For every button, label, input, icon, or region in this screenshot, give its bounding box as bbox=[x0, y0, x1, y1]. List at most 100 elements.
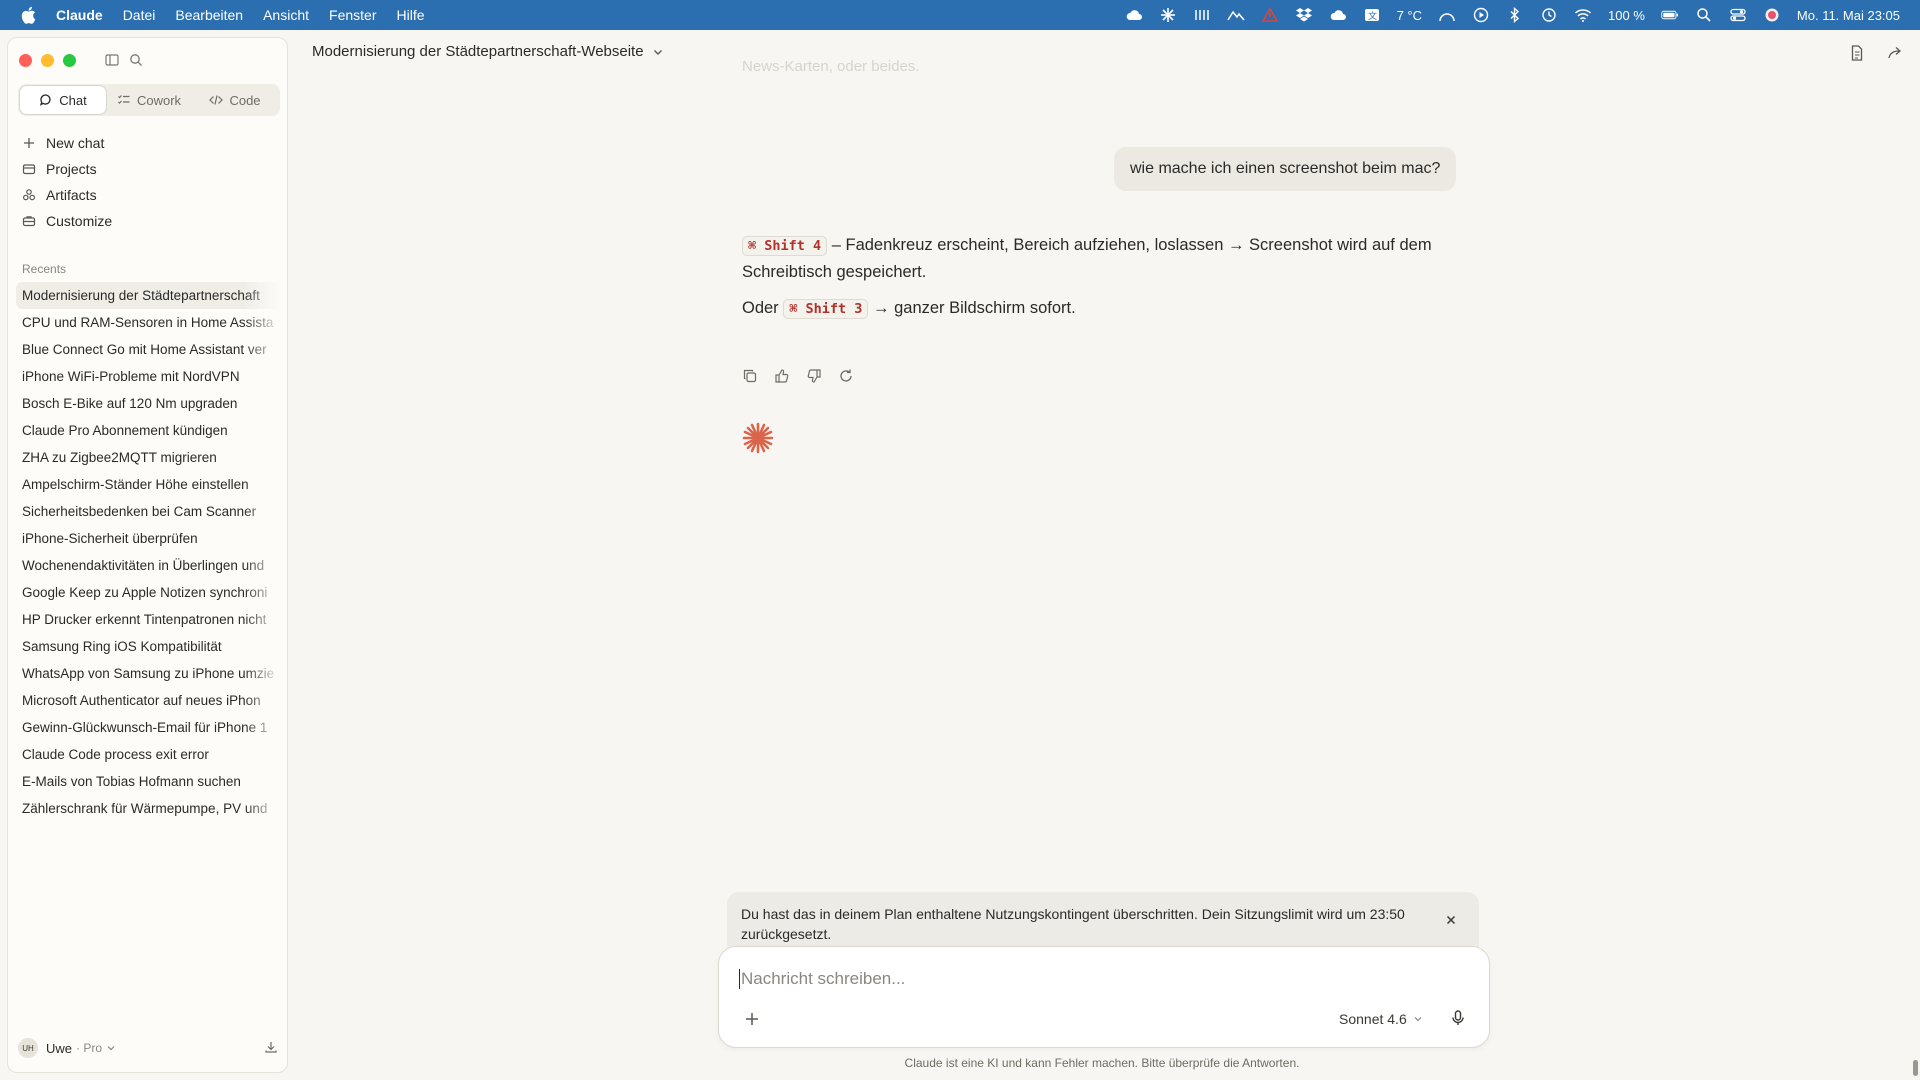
tab-cowork[interactable]: Cowork bbox=[106, 86, 192, 114]
usage-limit-text: Du hast das in deinem Plan enthaltene Nu… bbox=[741, 906, 1405, 942]
recent-chat-item[interactable]: E-Mails von Tobias Hofmann suchen bbox=[16, 768, 281, 795]
recent-chat-item[interactable]: Sicherheitsbedenken bei Cam Scanner bbox=[16, 498, 281, 525]
warning-icon[interactable] bbox=[1261, 7, 1279, 23]
thumbs-down-icon[interactable] bbox=[806, 368, 822, 384]
download-icon[interactable] bbox=[264, 1040, 278, 1054]
recent-chat-item[interactable]: Gewinn-Glückwunsch-Email für iPhone 1 bbox=[16, 714, 281, 741]
icloud-icon[interactable] bbox=[1329, 7, 1347, 23]
code-icon bbox=[209, 95, 224, 105]
microphone-icon[interactable] bbox=[1449, 1009, 1467, 1027]
message-actions bbox=[742, 368, 854, 384]
recents-heading: Recents bbox=[22, 262, 67, 276]
menu-hilfe[interactable]: Hilfe bbox=[396, 7, 424, 23]
add-attachment-icon[interactable] bbox=[743, 1010, 761, 1028]
recent-chat-item[interactable]: Google Keep zu Apple Notizen synchroni bbox=[16, 579, 281, 606]
claude-spark-icon[interactable] bbox=[1159, 7, 1177, 23]
minimize-window-button[interactable] bbox=[41, 54, 54, 67]
zoom-window-button[interactable] bbox=[63, 54, 76, 67]
chevron-down-icon bbox=[1414, 1017, 1422, 1022]
arc-icon[interactable] bbox=[1438, 7, 1456, 23]
translate-icon[interactable]: 文 bbox=[1363, 7, 1381, 23]
sidebar-item-label: Customize bbox=[46, 213, 113, 229]
sidebar-item-label: Artifacts bbox=[46, 187, 97, 203]
menu-ansicht[interactable]: Ansicht bbox=[263, 7, 309, 23]
briefcase-icon bbox=[22, 216, 36, 227]
assistant-text: → ganzer Bildschirm sofort. bbox=[868, 299, 1076, 317]
siri-icon[interactable] bbox=[1763, 7, 1781, 23]
artifacts-icon bbox=[22, 189, 36, 201]
close-icon[interactable] bbox=[1445, 914, 1457, 926]
recent-chat-item[interactable]: HP Drucker erkennt Tintenpatronen nicht bbox=[16, 606, 281, 633]
recent-chat-item[interactable]: Blue Connect Go mit Home Assistant ver bbox=[16, 336, 281, 363]
sidebar-item-customize[interactable]: Customize bbox=[22, 208, 282, 234]
document-icon[interactable] bbox=[1848, 44, 1866, 62]
weather-temperature[interactable]: 7 °C bbox=[1397, 8, 1422, 23]
cloud-sync-icon[interactable] bbox=[1125, 7, 1143, 23]
recent-chat-item[interactable]: ZHA zu Zigbee2MQTT migrieren bbox=[16, 444, 281, 471]
tab-chat[interactable]: Chat bbox=[20, 86, 106, 114]
menu-app-claude[interactable]: Claude bbox=[56, 7, 103, 23]
battery-percent[interactable]: 100 % bbox=[1608, 8, 1645, 23]
share-icon[interactable] bbox=[1886, 44, 1904, 62]
tab-cowork-label: Cowork bbox=[136, 92, 182, 108]
assistant-message: ⌘ Shift 4 – Fadenkreuz erscheint, Bereic… bbox=[742, 232, 1472, 332]
model-name: Sonnet 4.6 bbox=[1339, 1011, 1407, 1027]
sidebar-item-new-chat[interactable]: New chat bbox=[22, 130, 282, 156]
recent-chat-item[interactable]: Bosch E-Bike auf 120 Nm upgraden bbox=[16, 390, 281, 417]
recent-chat-item[interactable]: Claude Code process exit error bbox=[16, 741, 281, 768]
claude-spark-icon bbox=[742, 422, 774, 454]
menubar-clock[interactable]: Mo. 11. Mai 23:05 bbox=[1797, 8, 1900, 23]
assistant-paragraph: ⌘ Shift 4 – Fadenkreuz erscheint, Bereic… bbox=[742, 232, 1472, 285]
window-controls bbox=[19, 54, 76, 67]
tab-code-label: Code bbox=[229, 92, 261, 108]
spotlight-search-icon[interactable] bbox=[1695, 7, 1713, 23]
battery-icon[interactable] bbox=[1661, 7, 1679, 23]
model-selector[interactable]: Sonnet 4.6 bbox=[1339, 1011, 1423, 1027]
recent-chat-item[interactable]: Ampelschirm-Ständer Höhe einstellen bbox=[16, 471, 281, 498]
recent-chat-item[interactable]: WhatsApp von Samsung zu iPhone umzie bbox=[16, 660, 281, 687]
text-cursor bbox=[739, 969, 740, 989]
sidebar-item-artifacts[interactable]: Artifacts bbox=[22, 182, 282, 208]
wifi-icon[interactable] bbox=[1574, 7, 1592, 23]
control-center-icon[interactable] bbox=[1729, 7, 1747, 23]
checklist-icon bbox=[118, 95, 130, 104]
recent-chat-item[interactable]: Zählerschrank für Wärmepumpe, PV und bbox=[16, 795, 281, 822]
close-window-button[interactable] bbox=[19, 54, 32, 67]
play-icon[interactable] bbox=[1472, 7, 1490, 23]
apple-icon[interactable] bbox=[20, 6, 36, 24]
sidebar-toggle-icon[interactable] bbox=[104, 52, 120, 68]
sidebar: Chat Cowork Code New chat Projects Artif… bbox=[7, 37, 288, 1073]
tab-chat-label: Chat bbox=[59, 92, 87, 108]
copy-icon[interactable] bbox=[742, 368, 758, 384]
menu-app-icon[interactable] bbox=[1193, 7, 1211, 23]
tab-code[interactable]: Code bbox=[192, 86, 278, 114]
recent-chat-item[interactable]: Microsoft Authenticator auf neues iPhon bbox=[16, 687, 281, 714]
recent-chat-item[interactable]: Wochenendaktivitäten in Überlingen und bbox=[16, 552, 281, 579]
user-message: wie mache ich einen screenshot beim mac? bbox=[1114, 147, 1457, 191]
message-input[interactable] bbox=[741, 967, 1441, 991]
recent-chat-item[interactable]: Modernisierung der Städtepartnerschaft bbox=[16, 282, 281, 309]
thumbs-up-icon[interactable] bbox=[774, 368, 790, 384]
page-title: Modernisierung der Städtepartnerschaft-W… bbox=[312, 43, 644, 60]
recent-chat-item[interactable]: CPU und RAM-Sensoren in Home Assista bbox=[16, 309, 281, 336]
menu-datei[interactable]: Datei bbox=[123, 7, 156, 23]
retry-icon[interactable] bbox=[838, 368, 854, 384]
claude-app-window: Chat Cowork Code New chat Projects Artif… bbox=[0, 30, 1920, 1080]
mountain-icon[interactable] bbox=[1226, 7, 1245, 23]
resize-handle[interactable] bbox=[1913, 1060, 1918, 1076]
recent-chat-item[interactable]: Samsung Ring iOS Kompatibilität bbox=[16, 633, 281, 660]
menu-fenster[interactable]: Fenster bbox=[329, 7, 376, 23]
recent-chat-item[interactable]: iPhone-Sicherheit überprüfen bbox=[16, 525, 281, 552]
bluetooth-icon[interactable] bbox=[1506, 7, 1524, 23]
chat-bubble-icon bbox=[40, 94, 51, 106]
dropbox-icon[interactable] bbox=[1295, 7, 1313, 23]
recent-chat-item[interactable]: iPhone WiFi-Probleme mit NordVPN bbox=[16, 363, 281, 390]
menu-bearbeiten[interactable]: Bearbeiten bbox=[175, 7, 243, 23]
recent-chat-item[interactable]: Claude Pro Abonnement kündigen bbox=[16, 417, 281, 444]
sidebar-item-projects[interactable]: Projects bbox=[22, 156, 282, 182]
sidebar-nav: New chat Projects Artifacts Customize bbox=[22, 130, 282, 234]
time-machine-icon[interactable] bbox=[1540, 7, 1558, 23]
conversation-title-button[interactable]: Modernisierung der Städtepartnerschaft-W… bbox=[312, 43, 664, 60]
user-name: Uwe bbox=[46, 1040, 73, 1056]
search-icon[interactable] bbox=[128, 52, 144, 68]
